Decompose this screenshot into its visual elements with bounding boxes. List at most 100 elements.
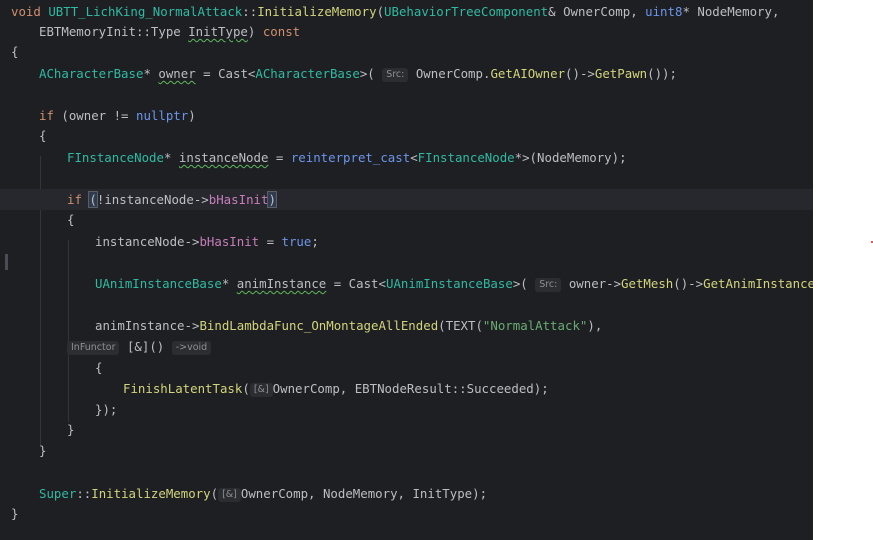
token: uint8: [645, 4, 683, 19]
token: OwnerComp: [272, 381, 340, 396]
inlay-hint: Src:: [382, 68, 409, 82]
token: OwnerComp: [563, 4, 631, 19]
token: const: [262, 24, 301, 39]
token: *: [163, 150, 179, 165]
token: void: [11, 4, 41, 19]
token: nullptr: [135, 108, 189, 123]
brace: {: [11, 44, 19, 59]
token: instanceNode->: [95, 234, 200, 249]
token: UBTT_LichKing_NormalAttack: [48, 4, 243, 19]
code-line-7: FInstanceNode* instanceNode = reinterpre…: [67, 147, 627, 168]
code-line-19: Super::InitializeMemory([&] OwnerComp, No…: [39, 483, 487, 504]
token: *: [682, 4, 698, 19]
token: Super: [39, 486, 77, 501]
code-line-13: InFunctor [&]() ->void: [67, 336, 212, 357]
token: animInstance: [236, 276, 327, 291]
token: InitType: [188, 24, 248, 39]
token: >(: [359, 66, 375, 81]
token: GetAnimInstance: [703, 276, 813, 291]
token: ,: [771, 4, 780, 19]
token: GetMesh: [621, 276, 674, 291]
token: Type: [150, 24, 181, 39]
code-line-17: }: [67, 419, 74, 440]
code-line-12: animInstance->BindLambdaFunc_OnMontageAl…: [95, 315, 602, 336]
token: animInstance->: [95, 318, 200, 333]
code-line-15: FinishLatentTask([&] OwnerComp, EBTNodeRe…: [123, 378, 549, 399]
token: owner->: [568, 276, 622, 291]
token: GetPawn: [594, 66, 648, 81]
token: GetAIOwner: [490, 66, 566, 81]
token: UAnimInstanceBase: [385, 276, 513, 291]
inlay-hint: [&]: [249, 383, 273, 397]
brace: {: [95, 360, 103, 375]
token: ): [247, 24, 263, 39]
token: (: [210, 486, 219, 501]
token: true: [281, 234, 312, 249]
code-editor[interactable]: void UBTT_LichKing_NormalAttack::Initial…: [0, 0, 813, 540]
token: &: [548, 4, 564, 19]
token: ()->: [565, 66, 595, 81]
inlay-hint: Src:: [535, 278, 562, 292]
token: (: [242, 381, 250, 396]
code-line-10: instanceNode->bHasInit = true;: [95, 231, 319, 252]
token: ()->: [673, 276, 704, 291]
brace: {: [39, 128, 47, 143]
token: Succeeded: [466, 381, 534, 396]
matched-bracket: (: [88, 191, 98, 208]
code-line-16: });: [95, 399, 117, 420]
code-line-14: {: [95, 357, 102, 378]
code-line-8-current: if (!instanceNode->bHasInit): [0, 189, 813, 210]
token: (TEXT(: [438, 318, 483, 333]
brace: });: [95, 402, 118, 417]
token: if: [39, 108, 54, 123]
brace: {: [67, 212, 75, 227]
inlay-hint: ->void: [171, 341, 212, 355]
code-line-4: ACharacterBase* owner = Cast<ACharacterB…: [39, 63, 677, 84]
token: ::: [242, 4, 258, 19]
token: *>(NodeMemory);: [514, 150, 627, 165]
token: ::: [76, 486, 92, 501]
token: (owner !=: [53, 108, 136, 123]
token: bHasInit: [199, 234, 260, 249]
brace: }: [39, 443, 47, 458]
brace: }: [67, 422, 75, 437]
token: ,: [339, 381, 355, 396]
token: ): [188, 108, 196, 123]
token: FInstanceNode: [417, 150, 515, 165]
indent-guide: [68, 240, 69, 422]
token: ,: [630, 4, 646, 19]
code-line-1: void UBTT_LichKing_NormalAttack::Initial…: [11, 4, 780, 19]
token: ::: [135, 24, 151, 39]
code-line-18: }: [39, 440, 46, 461]
token: if: [67, 192, 82, 207]
token: =: [326, 276, 349, 291]
token: EBTMemoryInit: [39, 24, 136, 39]
token: Cast: [348, 276, 379, 291]
code-line-20: }: [11, 503, 18, 524]
token: =: [259, 234, 282, 249]
token: FinishLatentTask: [123, 381, 243, 396]
code-line-5: if (owner != nullptr): [39, 105, 196, 126]
token: <: [378, 276, 386, 291]
token: OwnerComp: [240, 486, 309, 501]
token: <: [410, 150, 418, 165]
gutter-change-marker: [5, 254, 8, 270]
token: ;: [311, 234, 319, 249]
token: OwnerComp: [415, 66, 483, 81]
token: =: [268, 150, 291, 165]
right-panel: [813, 0, 873, 540]
token: BindLambdaFunc_OnMontageAllEnded: [199, 318, 439, 333]
token: InitializeMemory: [257, 4, 377, 19]
token: reinterpret_cast: [290, 150, 411, 165]
token: ACharacterBase: [255, 66, 360, 81]
token: );: [533, 381, 549, 396]
token: !instanceNode->: [96, 192, 209, 207]
token: bHasInit: [208, 192, 269, 207]
token: FInstanceNode: [67, 150, 164, 165]
token: =: [195, 66, 219, 81]
inlay-hint: [&]: [218, 488, 241, 502]
token: instanceNode: [178, 150, 269, 165]
token: Cast: [218, 66, 248, 81]
code-line-11: UAnimInstanceBase* animInstance = Cast<U…: [95, 273, 813, 294]
token: InitializeMemory: [91, 486, 211, 501]
